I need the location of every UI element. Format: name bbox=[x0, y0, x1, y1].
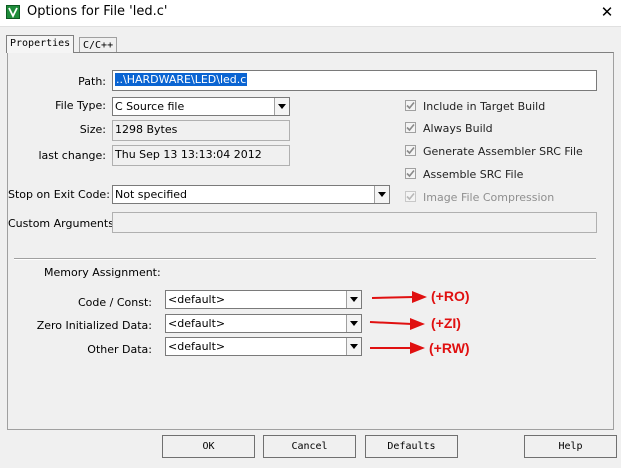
zi-annotation: (+ZI) bbox=[431, 315, 461, 331]
check-icon bbox=[406, 169, 415, 178]
chevron-down-icon[interactable] bbox=[346, 291, 361, 308]
stop-on-exit-code-value: Not specified bbox=[115, 188, 188, 201]
code-const-value: <default> bbox=[168, 293, 226, 306]
generate-assembler-src-label: Generate Assembler SRC File bbox=[423, 145, 583, 158]
help-button[interactable]: Help bbox=[524, 435, 617, 458]
generate-assembler-src-checkbox[interactable] bbox=[405, 145, 416, 156]
other-data-label: Other Data: bbox=[87, 343, 152, 356]
assemble-src-checkbox[interactable] bbox=[405, 168, 416, 179]
stop-on-exit-code-label: Stop on Exit Code: bbox=[8, 188, 110, 201]
code-const-label: Code / Const: bbox=[78, 296, 152, 309]
last-change-field: Thu Sep 13 13:13:04 2012 bbox=[112, 145, 290, 166]
file-type-label: File Type: bbox=[55, 99, 106, 112]
size-value: 1298 Bytes bbox=[115, 123, 178, 136]
zero-initialized-data-value: <default> bbox=[168, 317, 226, 330]
close-icon[interactable]: ✕ bbox=[597, 2, 617, 22]
assemble-src-label: Assemble SRC File bbox=[423, 168, 524, 181]
stop-on-exit-code-select[interactable]: Not specified bbox=[112, 185, 390, 204]
arrow-icon bbox=[370, 290, 428, 306]
path-value: ..\HARDWARE\LED\led.c bbox=[115, 73, 248, 86]
check-icon bbox=[406, 123, 415, 132]
check-icon bbox=[406, 192, 415, 201]
tab-properties[interactable]: Properties bbox=[6, 35, 75, 53]
arrow-icon bbox=[368, 316, 426, 332]
file-type-value: C Source file bbox=[115, 100, 185, 113]
title-bar: Options for File 'led.c' ✕ bbox=[0, 0, 621, 26]
ro-annotation: (+RO) bbox=[431, 288, 470, 304]
other-data-value: <default> bbox=[168, 340, 226, 353]
chevron-down-icon[interactable] bbox=[346, 338, 361, 355]
other-data-select[interactable]: <default> bbox=[165, 337, 362, 356]
arrow-icon bbox=[368, 341, 426, 357]
rw-annotation: (+RW) bbox=[429, 340, 470, 356]
ok-button[interactable]: OK bbox=[162, 435, 255, 458]
custom-arguments-label: Custom Arguments: bbox=[8, 217, 118, 230]
chevron-down-icon[interactable] bbox=[274, 98, 289, 115]
window-title: Options for File 'led.c' bbox=[27, 4, 168, 19]
app-icon bbox=[6, 5, 20, 19]
chevron-down-icon[interactable] bbox=[374, 186, 389, 203]
cancel-button[interactable]: Cancel bbox=[263, 435, 356, 458]
always-build-label: Always Build bbox=[423, 122, 493, 135]
defaults-button[interactable]: Defaults bbox=[365, 435, 458, 458]
size-field: 1298 Bytes bbox=[112, 120, 290, 141]
image-file-compression-label: Image File Compression bbox=[423, 191, 555, 204]
zero-initialized-data-select[interactable]: <default> bbox=[165, 314, 362, 333]
image-file-compression-checkbox bbox=[405, 191, 416, 202]
custom-arguments-input bbox=[112, 212, 597, 233]
tab-c-cpp[interactable]: C/C++ bbox=[79, 37, 118, 52]
include-in-target-build-checkbox[interactable] bbox=[405, 100, 416, 111]
path-label: Path: bbox=[78, 75, 106, 88]
check-icon bbox=[406, 101, 415, 110]
code-const-select[interactable]: <default> bbox=[165, 290, 362, 309]
memory-assignment-heading: Memory Assignment: bbox=[44, 266, 161, 279]
size-label: Size: bbox=[79, 123, 106, 136]
last-change-value: Thu Sep 13 13:13:04 2012 bbox=[115, 148, 262, 161]
last-change-label: last change: bbox=[38, 149, 106, 162]
check-icon bbox=[406, 146, 415, 155]
separator bbox=[14, 258, 596, 260]
file-type-select[interactable]: C Source file bbox=[112, 97, 290, 116]
path-input[interactable]: ..\HARDWARE\LED\led.c bbox=[112, 70, 597, 91]
zero-initialized-data-label: Zero Initialized Data: bbox=[36, 319, 152, 332]
chevron-down-icon[interactable] bbox=[346, 315, 361, 332]
include-in-target-build-label: Include in Target Build bbox=[423, 100, 546, 113]
always-build-checkbox[interactable] bbox=[405, 122, 416, 133]
